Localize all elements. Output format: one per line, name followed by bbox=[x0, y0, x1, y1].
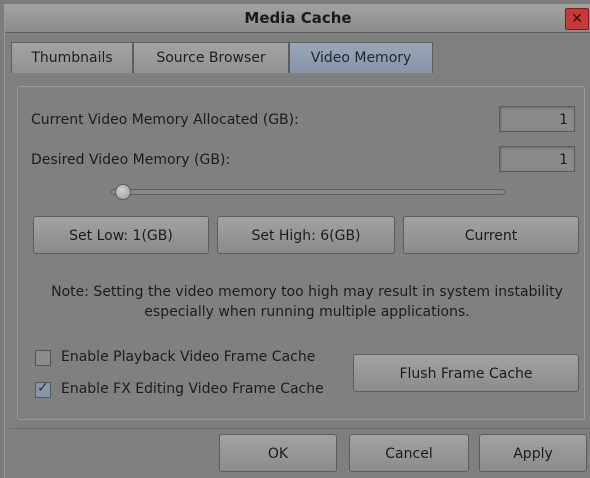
current-memory-field: 1 bbox=[499, 106, 575, 132]
playback-cache-label[interactable]: Enable Playback Video Frame Cache bbox=[61, 349, 315, 365]
cancel-button[interactable]: Cancel bbox=[349, 434, 469, 472]
ok-button[interactable]: OK bbox=[219, 434, 337, 472]
desired-memory-field[interactable]: 1 bbox=[499, 146, 575, 172]
tab-source-browser[interactable]: Source Browser bbox=[133, 42, 289, 73]
tab-bar: Thumbnails Source Browser Video Memory bbox=[11, 42, 585, 74]
close-button[interactable]: ✕ bbox=[565, 8, 589, 30]
tab-video-memory[interactable]: Video Memory bbox=[289, 42, 433, 73]
footer-divider bbox=[9, 428, 590, 429]
tab-thumbnails[interactable]: Thumbnails bbox=[11, 42, 133, 73]
apply-button[interactable]: Apply bbox=[479, 434, 587, 472]
set-high-button[interactable]: Set High: 6(GB) bbox=[217, 216, 395, 254]
media-cache-dialog: Media Cache ✕ Thumbnails Source Browser … bbox=[4, 4, 590, 478]
checkmark-icon: ✓ bbox=[37, 380, 49, 396]
current-button[interactable]: Current bbox=[403, 216, 579, 254]
desired-memory-label: Desired Video Memory (GB): bbox=[31, 152, 231, 168]
set-low-button[interactable]: Set Low: 1(GB) bbox=[33, 216, 209, 254]
title-bar[interactable]: Media Cache ✕ bbox=[5, 4, 590, 33]
note-line-2: especially when running multiple applica… bbox=[144, 304, 470, 320]
current-memory-label: Current Video Memory Allocated (GB): bbox=[31, 112, 299, 128]
dialog-title: Media Cache bbox=[244, 9, 352, 27]
memory-slider-track[interactable] bbox=[111, 189, 505, 195]
note-line-1: Note: Setting the video memory too high … bbox=[51, 284, 563, 300]
flush-frame-cache-button[interactable]: Flush Frame Cache bbox=[353, 354, 579, 392]
playback-cache-checkbox[interactable] bbox=[35, 350, 51, 366]
fx-cache-label[interactable]: Enable FX Editing Video Frame Cache bbox=[61, 381, 324, 397]
fx-cache-checkbox[interactable]: ✓ bbox=[35, 380, 51, 398]
memory-slider-thumb[interactable] bbox=[115, 184, 131, 200]
close-icon: ✕ bbox=[571, 11, 583, 27]
memory-note: Note: Setting the video memory too high … bbox=[27, 282, 587, 322]
